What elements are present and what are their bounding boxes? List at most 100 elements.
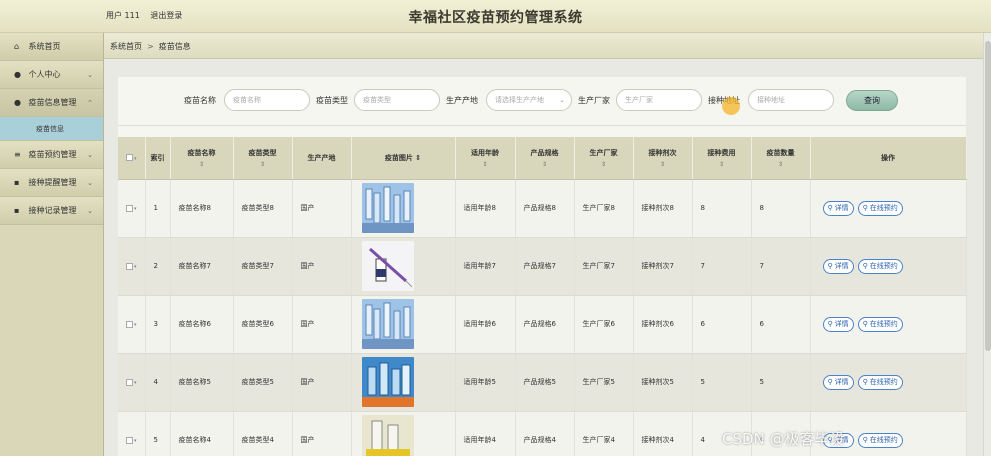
caret-down-icon: ▾ [133, 206, 137, 212]
caret-down-icon: ▾ [133, 438, 137, 444]
search-icon: ⚲ [862, 435, 868, 444]
row-qty: 5 [751, 353, 811, 412]
detail-button[interactable]: ⚲ 详情 [822, 200, 854, 216]
vaccine-image[interactable] [361, 415, 414, 456]
search-icon: ⚲ [827, 377, 833, 386]
vaccine-image[interactable] [361, 357, 414, 407]
scrollbar[interactable] [983, 33, 991, 456]
book-online-button[interactable]: ⚲ 在线预约 [857, 374, 903, 390]
col-maker[interactable]: 生产厂家 ⇕ [574, 137, 634, 180]
chevron-down-icon: ⌄ [87, 179, 93, 187]
select-all-header[interactable]: ▾ [118, 137, 146, 180]
sidebar-item-booking[interactable]: ≡ 疫苗预约管理 ⌄ [0, 141, 103, 169]
row-select-cell[interactable]: ▾ [118, 179, 146, 238]
book-online-button[interactable]: ⚲ 在线预约 [857, 258, 903, 274]
vaccine-name-input[interactable]: 疫苗名称 [224, 89, 310, 111]
sort-icon: ⇕ [718, 160, 725, 168]
site-input[interactable]: 接种地址 [748, 89, 834, 111]
pin-icon: ● [14, 98, 21, 107]
row-index: 2 [145, 237, 171, 296]
vaccine-image[interactable] [361, 241, 414, 291]
detail-button[interactable]: ⚲ 详情 [822, 316, 854, 332]
row-checkbox[interactable] [125, 320, 133, 328]
select-all-checkbox[interactable] [125, 154, 133, 162]
search-button[interactable]: 查询 [846, 90, 898, 111]
breadcrumb-separator: > [147, 42, 154, 51]
user-icon: ● [14, 70, 21, 79]
col-fee[interactable]: 接种费用 ⇕ [692, 137, 752, 180]
row-actions: ⚲ 详情 ⚲ 在线预约 [810, 353, 967, 412]
row-select-cell[interactable]: ▾ [118, 411, 146, 456]
row-dose: 接种剂次4 [633, 411, 693, 456]
vaccine-table: ▾ 索引 疫苗名称 ⇕ 疫苗类型 ⇕ 生产产地 疫苗图片 ⇕ 适用年龄 ⇕ 产品规格 ⇕… [118, 137, 967, 456]
sort-icon: ⇕ [600, 160, 607, 168]
col-age[interactable]: 适用年龄 ⇕ [455, 137, 516, 180]
table-row: ▾ 4 疫苗名称5 疫苗类型5 国产 适用年龄5 产品规格5 生产厂家5 接种剂次5 5 5 ⚲ 详情 ⚲… [118, 353, 967, 412]
row-image-cell [351, 179, 456, 238]
row-checkbox[interactable] [125, 204, 133, 212]
sort-icon: ⇕ [198, 160, 205, 168]
sidebar-item-profile[interactable]: ● 个人中心 ⌄ [0, 61, 103, 89]
col-spec[interactable]: 产品规格 ⇕ [515, 137, 575, 180]
row-select-cell[interactable]: ▾ [118, 237, 146, 296]
sidebar-item-reminder[interactable]: ▪ 接种提醒管理 ⌄ [0, 169, 103, 197]
book-online-button[interactable]: ⚲ 在线预约 [857, 432, 903, 448]
table-header-row: ▾ 索引 疫苗名称 ⇕ 疫苗类型 ⇕ 生产产地 疫苗图片 ⇕ 适用年龄 ⇕ 产品规格 ⇕… [118, 137, 967, 180]
sidebar-item-label: 接种提醒管理 [28, 178, 77, 187]
row-age: 适用年龄8 [455, 179, 516, 238]
divider [118, 125, 966, 126]
grid-icon: ▪ [14, 206, 20, 215]
row-select-cell[interactable]: ▾ [118, 295, 146, 354]
detail-button[interactable]: ⚲ 详情 [822, 258, 854, 274]
row-image-cell [351, 411, 456, 456]
chevron-down-icon: ⌄ [87, 207, 93, 215]
row-select-cell[interactable]: ▾ [118, 353, 146, 412]
row-checkbox[interactable] [125, 262, 133, 270]
mouse-cursor-highlight [722, 97, 740, 115]
col-dose[interactable]: 接种剂次 ⇕ [633, 137, 693, 180]
col-type[interactable]: 疫苗类型 ⇕ [233, 137, 293, 180]
row-dose: 接种剂次6 [633, 295, 693, 354]
sort-icon: ⇕ [482, 160, 488, 168]
watermark: CSDN @极客毕设 [722, 430, 845, 448]
vaccine-type-input[interactable]: 疫苗类型 [354, 89, 440, 111]
vaccine-image[interactable] [361, 299, 414, 349]
table-row: ▾ 2 疫苗名称7 疫苗类型7 国产 适用年龄7 产品规格7 生产厂家7 接种剂次7 7 7 ⚲ 详情 ⚲… [118, 237, 967, 296]
scroll-thumb[interactable] [985, 41, 991, 351]
row-maker: 生产厂家4 [574, 411, 634, 456]
detail-button[interactable]: ⚲ 详情 [822, 374, 854, 390]
chevron-down-icon: ⌄ [87, 151, 93, 159]
breadcrumb-home[interactable]: 系统首页 [110, 42, 142, 51]
col-image[interactable]: 疫苗图片 ⇕ [351, 137, 456, 180]
row-checkbox[interactable] [125, 378, 133, 386]
row-image-cell [351, 353, 456, 412]
row-qty: 6 [751, 295, 811, 354]
book-online-button[interactable]: ⚲ 在线预约 [857, 316, 903, 332]
row-name: 疫苗名称6 [170, 295, 234, 354]
sort-icon: ⇕ [777, 160, 784, 168]
sort-icon: ⇕ [415, 153, 422, 162]
sidebar-item-records[interactable]: ▪ 接种记录管理 ⌄ [0, 197, 103, 225]
maker-input[interactable]: 生产厂家 [616, 89, 702, 111]
row-type: 疫苗类型6 [233, 295, 293, 354]
vaccine-image[interactable] [361, 183, 414, 233]
row-checkbox[interactable] [125, 436, 133, 444]
col-qty[interactable]: 疫苗数量 ⇕ [751, 137, 811, 180]
vaccine-type-label: 疫苗类型 [316, 96, 348, 105]
sidebar-item-label: 疫苗预约管理 [28, 150, 77, 159]
col-name[interactable]: 疫苗名称 ⇕ [170, 137, 234, 180]
submenu-item-vaccine-info[interactable]: 疫苗信息 [0, 117, 103, 141]
row-fee: 6 [692, 295, 752, 354]
col-index: 索引 [145, 137, 171, 180]
chevron-up-icon: ⌃ [87, 99, 93, 107]
row-dose: 接种剂次5 [633, 353, 693, 412]
row-image-cell [351, 295, 456, 354]
breadcrumb: 系统首页 > 疫苗信息 [110, 41, 191, 52]
book-online-button[interactable]: ⚲ 在线预约 [857, 200, 903, 216]
origin-select[interactable]: 请选择生产产地 ⌄ [486, 89, 572, 111]
vaccine-name-label: 疫苗名称 [184, 96, 216, 105]
origin-label: 生产产地 [446, 96, 478, 105]
sidebar-item-home[interactable]: ⌂ 系统首页 [0, 33, 103, 61]
row-actions: ⚲ 详情 ⚲ 在线预约 [810, 295, 967, 354]
sidebar-item-vaccine-info[interactable]: ● 疫苗信息管理 ⌃ [0, 89, 103, 117]
